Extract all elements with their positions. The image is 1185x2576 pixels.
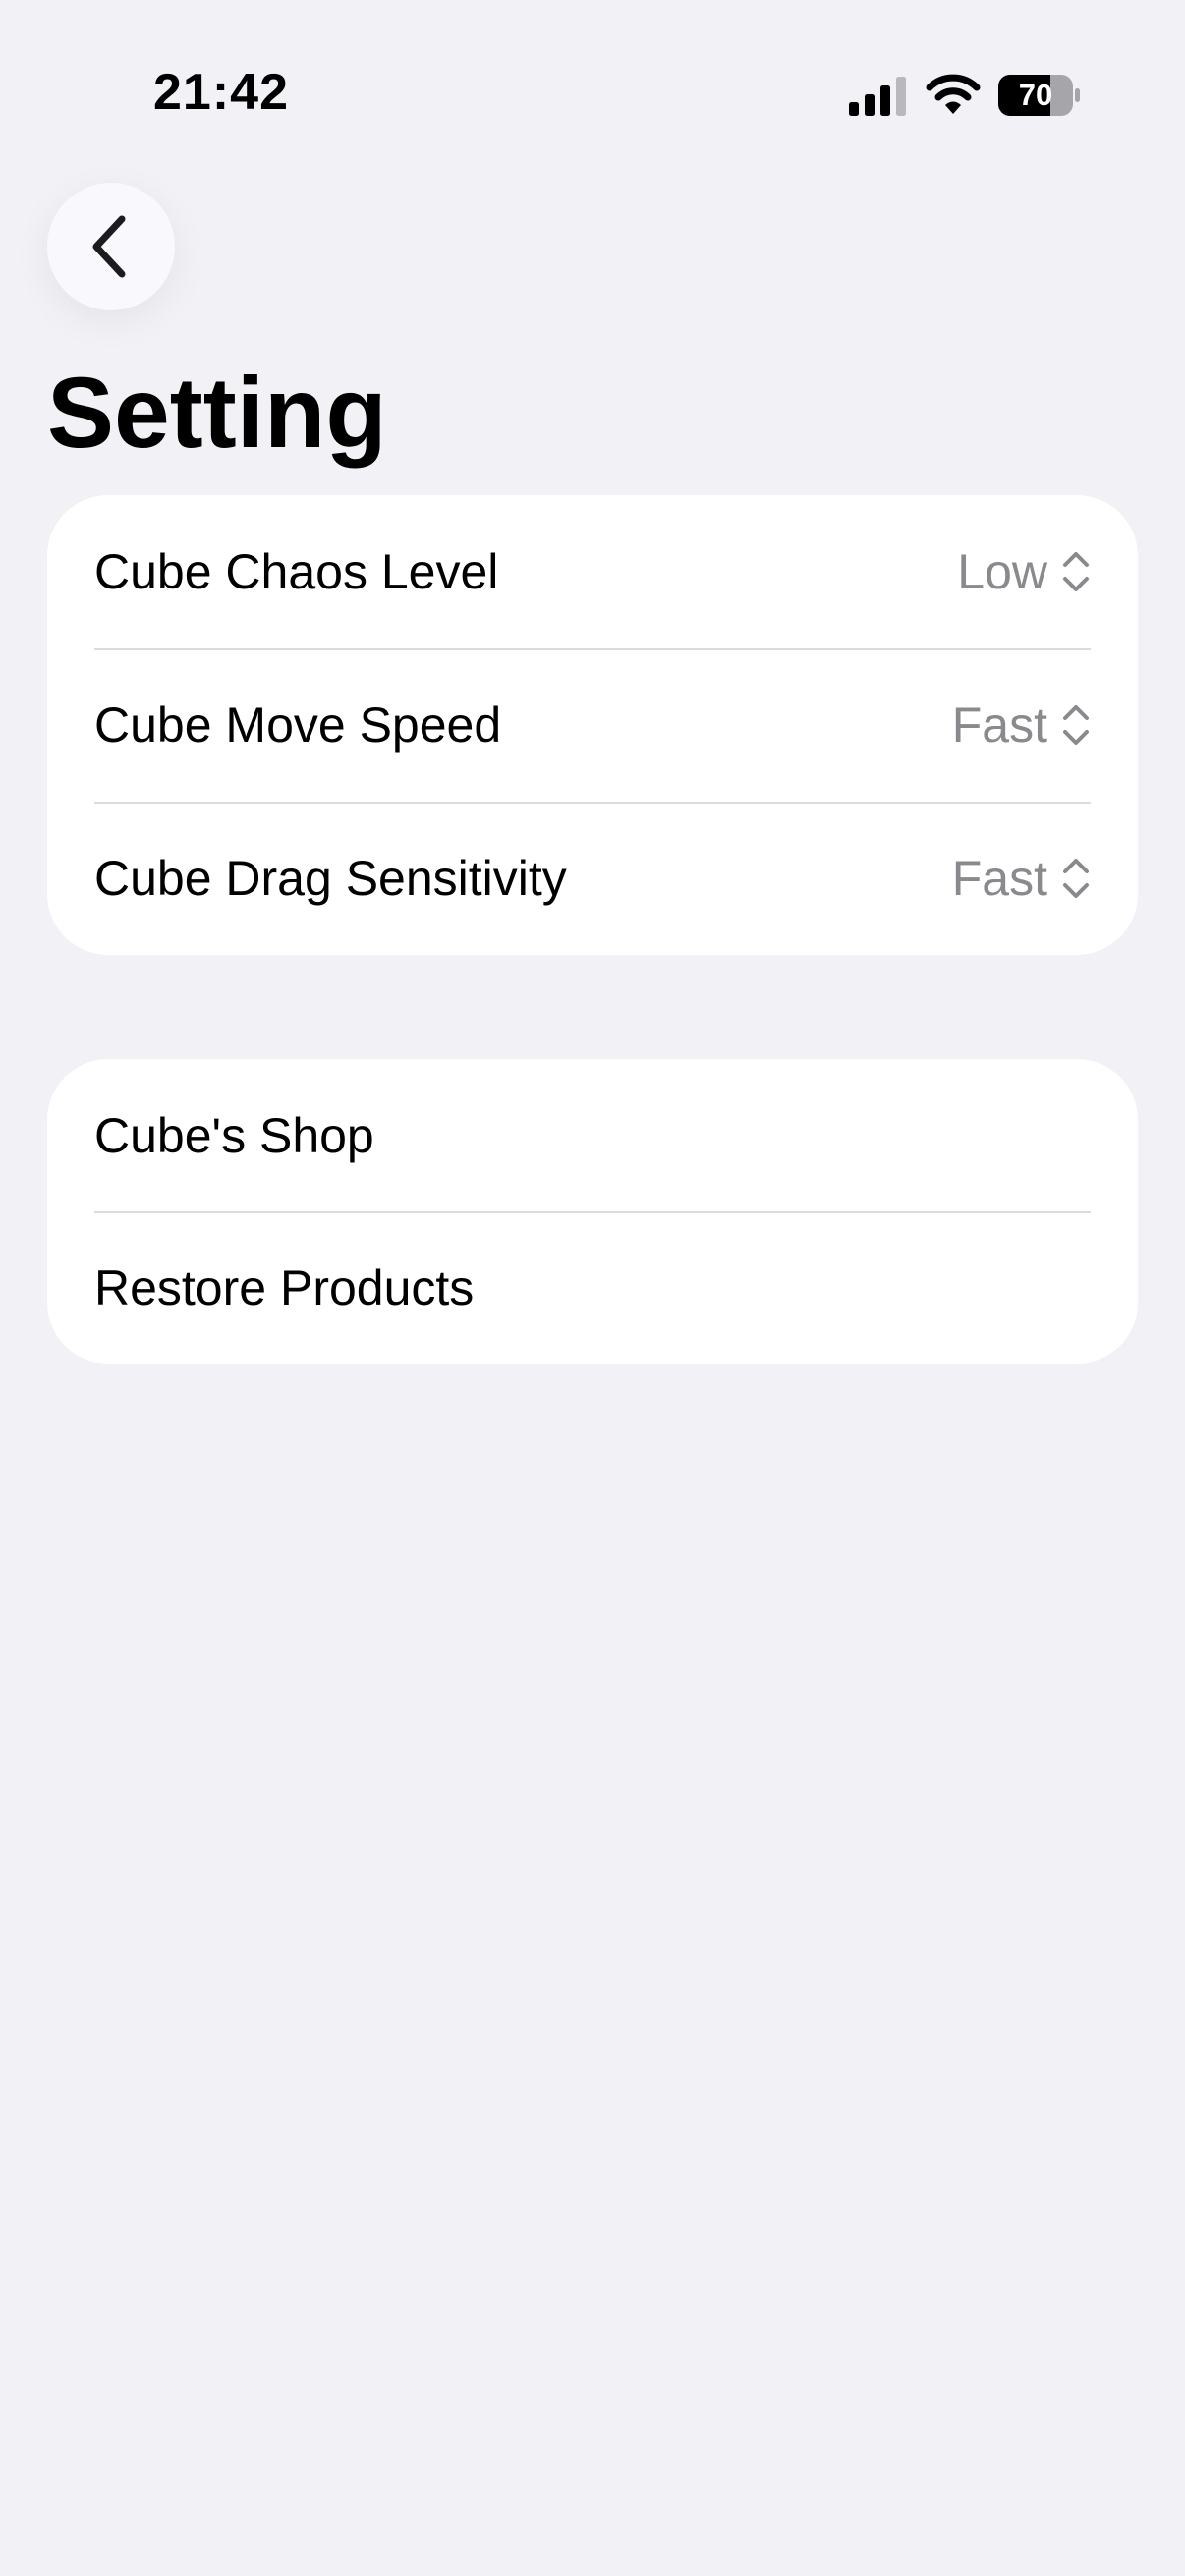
setting-value-picker[interactable]: Fast: [952, 697, 1091, 754]
setting-row-move-speed[interactable]: Cube Move Speed Fast: [47, 648, 1138, 802]
cubes-shop-row[interactable]: Cube's Shop: [47, 1059, 1138, 1211]
restore-products-row[interactable]: Restore Products: [47, 1211, 1138, 1364]
setting-value-picker[interactable]: Fast: [952, 850, 1091, 907]
setting-value: Low: [957, 544, 1047, 599]
back-button[interactable]: [47, 183, 175, 310]
battery-level: 70: [1018, 78, 1053, 112]
restore-products-label: Restore Products: [94, 1260, 475, 1316]
chevron-up-down-icon: [1063, 705, 1089, 745]
setting-row-drag-sensitivity[interactable]: Cube Drag Sensitivity Fast: [47, 802, 1138, 955]
signal-icon: [849, 77, 906, 116]
setting-label: Cube Move Speed: [94, 698, 502, 753]
status-time: 21:42: [153, 64, 289, 121]
page-title: Setting: [47, 357, 387, 469]
wifi-icon: [926, 74, 981, 114]
setting-value: Fast: [951, 698, 1047, 753]
setting-value-picker[interactable]: Low: [957, 543, 1091, 600]
setting-value: Fast: [951, 851, 1047, 906]
chevron-up-down-icon: [1063, 859, 1089, 898]
chevron-up-down-icon: [1063, 552, 1089, 591]
setting-label: Cube Chaos Level: [94, 544, 499, 599]
cubes-shop-label: Cube's Shop: [94, 1107, 374, 1163]
setting-label: Cube Drag Sensitivity: [94, 851, 567, 906]
chevron-left-icon: [92, 215, 126, 278]
store-group: Cube's Shop Restore Products: [47, 1059, 1138, 1364]
setting-row-chaos-level[interactable]: Cube Chaos Level Low: [47, 495, 1138, 648]
settings-group: Cube Chaos Level Low Cube Move Speed Fas…: [47, 495, 1138, 955]
status-bar: 21:42 70: [0, 0, 1185, 187]
